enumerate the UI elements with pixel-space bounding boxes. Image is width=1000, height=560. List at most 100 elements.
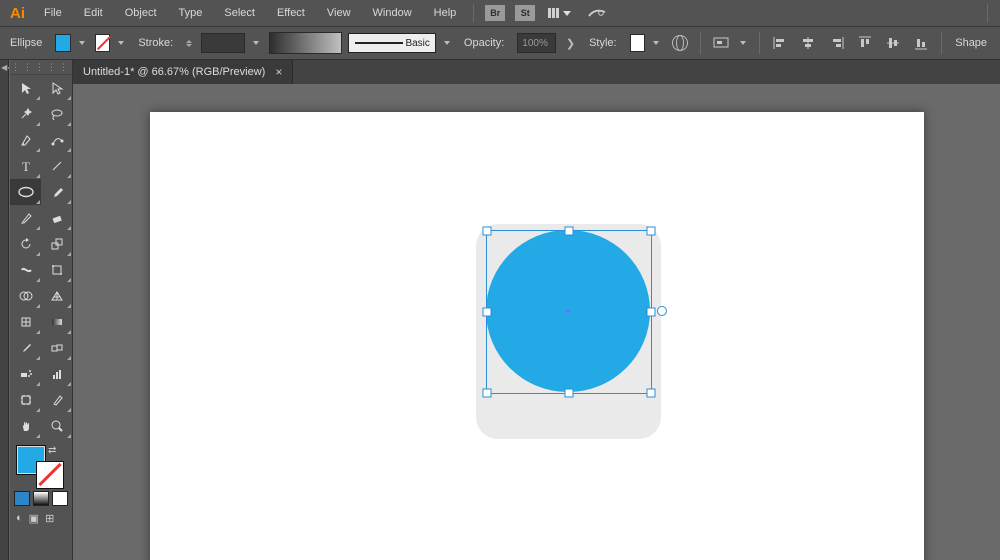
selection-tool[interactable] bbox=[10, 75, 41, 101]
arrange-documents-button[interactable] bbox=[548, 8, 571, 18]
mesh-tool[interactable] bbox=[10, 309, 41, 335]
menu-type[interactable]: Type bbox=[170, 4, 212, 22]
menu-window[interactable]: Window bbox=[364, 4, 421, 22]
bridge-badge-icon[interactable]: Br bbox=[485, 5, 505, 21]
menu-effect[interactable]: Effect bbox=[268, 4, 314, 22]
lasso-tool[interactable] bbox=[41, 101, 72, 127]
panel-collapse-rail[interactable]: ◀◀ bbox=[0, 60, 9, 560]
gpu-preview-icon[interactable] bbox=[587, 6, 607, 20]
eyedropper-tool[interactable] bbox=[10, 335, 41, 361]
draw-normal-icon[interactable]: ◐ bbox=[16, 512, 23, 525]
resize-handle-tc[interactable] bbox=[564, 227, 573, 236]
hand-tool[interactable] bbox=[10, 413, 41, 439]
menu-object[interactable]: Object bbox=[116, 4, 166, 22]
shape-properties-label[interactable]: Shape bbox=[951, 37, 994, 49]
shape-builder-tool[interactable] bbox=[10, 283, 41, 309]
fill-stroke-swatches[interactable]: ⇄ bbox=[10, 443, 72, 485]
style-label: Style: bbox=[585, 37, 624, 49]
rotate-tool[interactable] bbox=[10, 231, 41, 257]
brush-definition-field[interactable]: Basic bbox=[348, 33, 436, 53]
dropdown-icon[interactable] bbox=[253, 41, 259, 45]
separator bbox=[700, 32, 701, 54]
column-graph-tool[interactable] bbox=[41, 361, 72, 387]
pie-widget-handle[interactable] bbox=[657, 306, 667, 316]
stroke-label: Stroke: bbox=[134, 37, 180, 49]
align-vcenter-button[interactable] bbox=[882, 31, 904, 55]
align-right-button[interactable] bbox=[826, 31, 848, 55]
gradient-tool[interactable] bbox=[41, 309, 72, 335]
toolbox: ⋮⋮⋮⋮⋮ T ⇄ ◐ ▣ ⊞ bbox=[9, 60, 73, 560]
resize-handle-br[interactable] bbox=[646, 389, 655, 398]
workspace: ◀◀ ⋮⋮⋮⋮⋮ T ⇄ ◐ ▣ ⊞ Untitled-1* @ 66.67% … bbox=[0, 60, 1000, 560]
menu-edit[interactable]: Edit bbox=[75, 4, 112, 22]
recolor-artwork-button[interactable] bbox=[669, 31, 691, 55]
eraser-tool[interactable] bbox=[41, 205, 72, 231]
pen-tool[interactable] bbox=[10, 127, 41, 153]
color-mode-button[interactable] bbox=[14, 491, 30, 506]
resize-handle-bc[interactable] bbox=[564, 389, 573, 398]
opacity-field[interactable]: 100% bbox=[517, 33, 556, 53]
ellipse-tool[interactable] bbox=[10, 179, 41, 205]
app-logo: Ai bbox=[8, 5, 31, 22]
perspective-tool[interactable] bbox=[41, 283, 72, 309]
draw-inside-icon[interactable]: ⊞ bbox=[45, 512, 54, 525]
align-top-button[interactable] bbox=[854, 31, 876, 55]
stroke-swatch-large[interactable] bbox=[36, 461, 64, 489]
type-tool[interactable]: T bbox=[10, 153, 41, 179]
resize-handle-tr[interactable] bbox=[646, 227, 655, 236]
stroke-profile-field[interactable] bbox=[201, 33, 245, 53]
paintbrush-tool[interactable] bbox=[41, 179, 72, 205]
dropdown-icon[interactable] bbox=[653, 41, 659, 45]
stock-badge-icon[interactable]: St bbox=[515, 5, 535, 21]
swap-fill-stroke-icon[interactable]: ⇄ bbox=[48, 445, 56, 456]
toolbox-grip[interactable]: ⋮⋮⋮⋮⋮ bbox=[10, 60, 72, 75]
resize-handle-bl[interactable] bbox=[482, 389, 491, 398]
menu-select[interactable]: Select bbox=[215, 4, 264, 22]
close-tab-button[interactable]: × bbox=[275, 65, 282, 79]
opacity-more-icon[interactable]: ❯ bbox=[562, 37, 579, 50]
menu-file[interactable]: File bbox=[35, 4, 71, 22]
menu-help[interactable]: Help bbox=[425, 4, 466, 22]
magic-wand-tool[interactable] bbox=[10, 101, 41, 127]
menu-view[interactable]: View bbox=[318, 4, 360, 22]
blend-tool[interactable] bbox=[41, 335, 72, 361]
fill-swatch[interactable] bbox=[55, 34, 70, 52]
artboard-tool[interactable] bbox=[10, 387, 41, 413]
width-tool[interactable] bbox=[10, 257, 41, 283]
curvature-tool[interactable] bbox=[41, 127, 72, 153]
control-bar: Ellipse Stroke: Basic Opacity: 100% ❯ St… bbox=[0, 27, 1000, 60]
pencil-tool[interactable] bbox=[10, 205, 41, 231]
menubar: Ai File Edit Object Type Select Effect V… bbox=[0, 0, 1000, 27]
align-left-button[interactable] bbox=[769, 31, 791, 55]
dropdown-icon[interactable] bbox=[740, 41, 746, 45]
svg-text:T: T bbox=[22, 159, 30, 173]
direct-selection-tool[interactable] bbox=[41, 75, 72, 101]
canvas-viewport[interactable] bbox=[73, 84, 1000, 560]
artboard[interactable] bbox=[150, 112, 924, 560]
stroke-weight-stepper[interactable] bbox=[186, 40, 193, 47]
none-mode-button[interactable] bbox=[52, 491, 68, 506]
brush-gradient-preview[interactable] bbox=[269, 32, 343, 54]
fill-dropdown-icon[interactable] bbox=[79, 41, 85, 45]
scale-tool[interactable] bbox=[41, 231, 72, 257]
dropdown-icon[interactable] bbox=[444, 41, 450, 45]
align-bottom-button[interactable] bbox=[910, 31, 932, 55]
document-tab[interactable]: Untitled-1* @ 66.67% (RGB/Preview) × bbox=[73, 60, 293, 84]
free-transform-tool[interactable] bbox=[41, 257, 72, 283]
resize-handle-ml[interactable] bbox=[482, 308, 491, 317]
line-tool[interactable] bbox=[41, 153, 72, 179]
graphic-style-swatch[interactable] bbox=[630, 34, 645, 52]
resize-handle-mr[interactable] bbox=[646, 308, 655, 317]
document-tabbar: Untitled-1* @ 66.67% (RGB/Preview) × bbox=[73, 60, 1000, 84]
draw-modes bbox=[10, 491, 72, 507]
zoom-tool[interactable] bbox=[41, 413, 72, 439]
align-hcenter-button[interactable] bbox=[797, 31, 819, 55]
stroke-swatch[interactable] bbox=[95, 34, 110, 52]
slice-tool[interactable] bbox=[41, 387, 72, 413]
stroke-dropdown-icon[interactable] bbox=[118, 41, 124, 45]
gradient-mode-button[interactable] bbox=[33, 491, 49, 506]
symbol-sprayer-tool[interactable] bbox=[10, 361, 41, 387]
align-to-button[interactable] bbox=[710, 31, 732, 55]
draw-behind-icon[interactable]: ▣ bbox=[29, 512, 39, 525]
resize-handle-tl[interactable] bbox=[482, 227, 491, 236]
